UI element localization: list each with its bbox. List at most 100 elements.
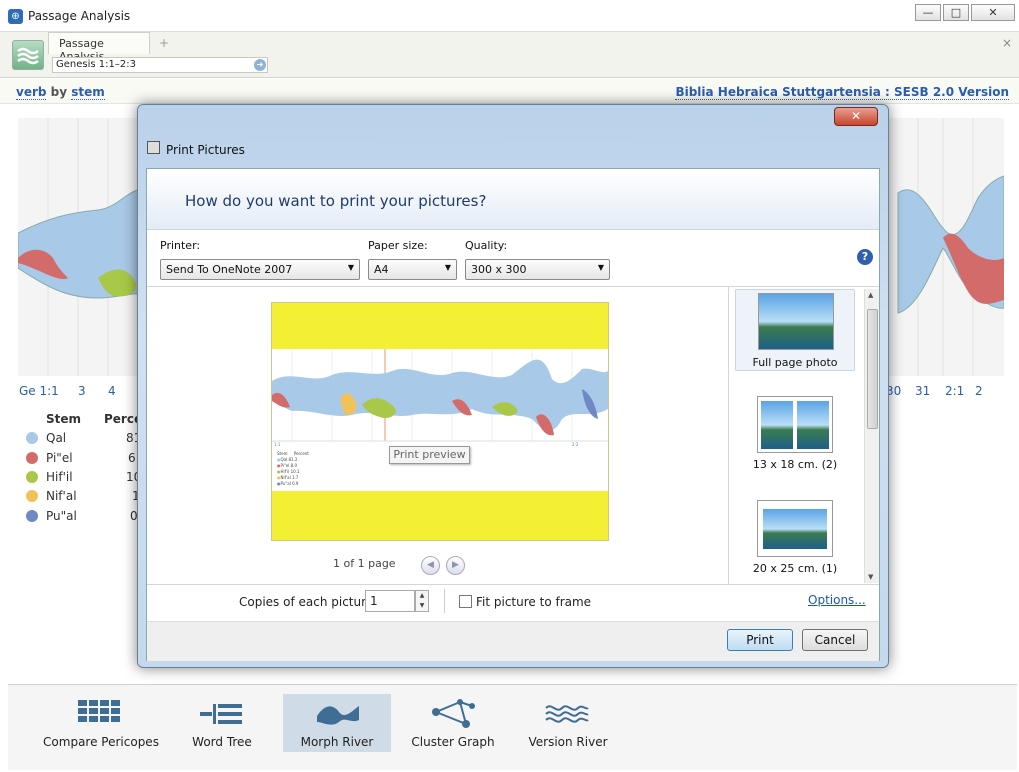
legend-swatch-nifal [26, 490, 38, 502]
divider [444, 589, 445, 613]
mini-legend-value: 10.1 [290, 469, 300, 474]
paper-size-label: Paper size: [368, 239, 428, 252]
legend-swatch-pual [26, 510, 38, 522]
nav-version-river[interactable]: Version River [522, 694, 614, 752]
printer-value: Send To OneNote 2007 [166, 263, 293, 276]
nav-label: Compare Pericopes [43, 735, 159, 749]
nav-label: Morph River [300, 735, 374, 749]
paper-size-value: A4 [374, 263, 389, 276]
svg-text:1:1: 1:1 [274, 442, 281, 447]
word-tree-icon [200, 704, 242, 724]
mini-legend-value: 0.9 [292, 481, 299, 486]
verb-selector[interactable]: verb [16, 85, 47, 100]
window-titlebar [0, 0, 1019, 32]
river-tick-label: Ge 1:1 [19, 384, 59, 398]
window-title: Passage Analysis [28, 9, 131, 23]
cancel-button[interactable]: Cancel [802, 629, 868, 651]
data-type-selector[interactable]: verb by stem [16, 85, 105, 100]
dialog-question: How do you want to print your pictures? [185, 192, 487, 210]
preview-legend: Stem Percent ●Qal 81.2 ●Pi"el 8.0 ●Hif'i… [277, 451, 309, 486]
paper-size-select[interactable]: A4 ▼ [368, 259, 457, 280]
dialog-close-button[interactable]: ✕ [834, 107, 878, 126]
next-page-button[interactable]: ▶ [446, 556, 465, 575]
nav-morph-river[interactable]: Morph River [283, 694, 391, 752]
mini-legend-value: 81.2 [288, 457, 298, 462]
app-logo-icon: ⊕ [8, 9, 23, 24]
copies-spinner[interactable]: ▲ ▼ [415, 590, 429, 612]
resource-selector[interactable]: Biblia Hebraica Stuttgartensia : SESB 2.… [675, 85, 1009, 100]
fit-picture-checkbox[interactable] [459, 595, 472, 608]
legend-swatch-piel [26, 452, 38, 464]
compare-pericopes-icon [78, 700, 120, 722]
layout-label: 13 x 18 cm. (2) [752, 458, 838, 471]
legend-label: Pu"al [46, 509, 77, 523]
mini-header-percent: Percent [293, 451, 309, 456]
river-tick-label: 2:1 [945, 384, 965, 398]
quality-select[interactable]: 300 x 300 ▼ [465, 259, 610, 280]
mini-legend-value: 8.0 [290, 463, 298, 468]
layout-20x25[interactable]: 20 x 25 cm. (1) [735, 498, 855, 578]
prev-page-button[interactable]: ◀ [421, 556, 440, 575]
morph-river-icon [317, 706, 359, 725]
river-tick-label: 31 [915, 384, 931, 398]
legend-label: Hif'il [46, 470, 73, 484]
dialog-header: How do you want to print your pictures? [147, 169, 879, 230]
scroll-up-icon[interactable]: ▲ [868, 291, 873, 299]
13x18-thumbnail [757, 396, 833, 453]
mini-legend-label: Nif'al [280, 475, 291, 480]
layout-label: Full page photo [752, 356, 838, 369]
close-tab-button[interactable]: × [1002, 36, 1012, 50]
printer-select[interactable]: Send To OneNote 2007 ▼ [160, 259, 360, 280]
version-river-icon [545, 705, 589, 723]
add-tab-button[interactable]: + [159, 36, 169, 50]
svg-text:2:2: 2:2 [572, 442, 579, 447]
panel-menu-icon[interactable] [12, 40, 44, 70]
layout-full-page[interactable]: Full page photo [735, 289, 855, 371]
nav-label: Word Tree [192, 735, 252, 749]
stem-selector[interactable]: stem [71, 85, 105, 100]
copies-label: Copies of each picture: [239, 595, 378, 609]
nav-compare-pericopes[interactable]: Compare Pericopes [40, 694, 162, 752]
tab-passage-analysis[interactable]: Passage Analysis [48, 32, 150, 63]
scroll-down-icon[interactable]: ▼ [868, 573, 873, 581]
help-icon[interactable]: ? [857, 249, 873, 265]
quality-label: Quality: [465, 239, 508, 252]
chevron-down-icon: ▼ [444, 263, 451, 272]
river-tick-label: 2 [975, 384, 983, 398]
mini-legend-label: Hif'il [280, 469, 290, 474]
go-arrow-icon[interactable]: ➜ [254, 59, 266, 71]
reference-input[interactable]: Genesis 1:1–2:3 [52, 57, 268, 73]
mini-legend-value: 1.7 [291, 475, 299, 480]
nav-label: Cluster Graph [411, 735, 495, 749]
legend-swatch-qal [26, 432, 38, 444]
cluster-graph-icon [432, 699, 475, 728]
20x25-thumbnail [757, 500, 833, 557]
nav-cluster-graph[interactable]: Cluster Graph [408, 694, 498, 752]
legend-value: 6 [128, 451, 136, 465]
page-count: 1 of 1 page [333, 557, 396, 570]
layout-scrollbar[interactable]: ▲ ▼ [864, 289, 879, 583]
scrollbar-thumb[interactable] [867, 309, 878, 429]
river-tick-label: 3 [78, 384, 86, 398]
legend-label: Pi"el [46, 451, 73, 465]
legend-swatch-hifil [26, 471, 38, 483]
close-window-button[interactable]: ✕ [971, 4, 1015, 21]
maximize-button[interactable]: □ [943, 4, 969, 21]
mini-legend-label: Qal [280, 457, 288, 462]
copies-input[interactable]: 1 [365, 590, 415, 612]
layout-label: 20 x 25 cm. (1) [752, 562, 838, 575]
by-label: by [46, 85, 72, 99]
chevron-down-icon: ▼ [347, 263, 354, 272]
print-button[interactable]: Print [727, 629, 793, 651]
mini-header-stem: Stem [277, 451, 288, 456]
nav-label: Version River [528, 735, 608, 749]
fit-picture-label: Fit picture to frame [476, 595, 592, 609]
chevron-down-icon: ▼ [597, 263, 604, 272]
nav-word-tree[interactable]: Word Tree [180, 694, 264, 752]
minimize-button[interactable]: — [915, 4, 941, 21]
options-link[interactable]: Options... [808, 593, 866, 607]
layout-13x18[interactable]: 13 x 18 cm. (2) [735, 394, 855, 474]
full-page-thumbnail [758, 293, 834, 350]
legend-header-stem: Stem [46, 412, 82, 426]
mini-legend-label: Pi"el [280, 463, 290, 468]
